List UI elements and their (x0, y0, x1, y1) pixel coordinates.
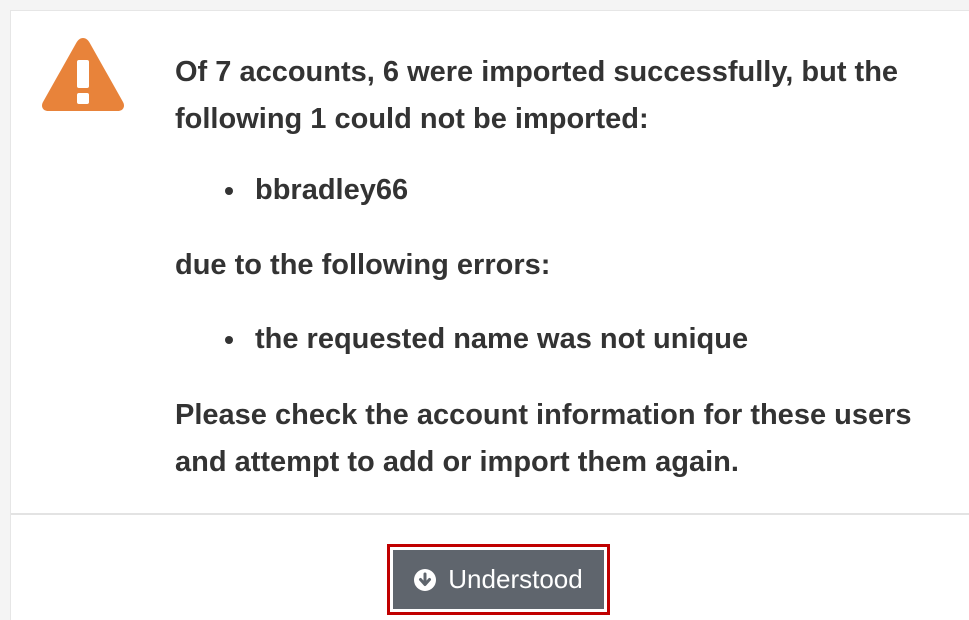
dialog-message: Of 7 accounts, 6 were imported successfu… (175, 49, 965, 486)
error-list: the requested name was not unique (175, 316, 965, 363)
failed-account-item: bbradley66 (175, 167, 965, 214)
error-item: the requested name was not unique (175, 316, 965, 363)
warning-triangle-icon (42, 38, 124, 111)
circle-arrow-down-icon (414, 568, 437, 591)
understood-button-label: Understood (448, 564, 583, 594)
failed-accounts-list: bbradley66 (175, 167, 965, 214)
import-summary-text: Of 7 accounts, 6 were imported successfu… (175, 56, 899, 135)
errors-intro-text: due to the following errors: (175, 249, 551, 281)
understood-button[interactable]: Understood (393, 550, 604, 609)
instruction-text: Please check the account information for… (175, 399, 912, 478)
footer-divider (11, 513, 969, 515)
button-highlight-frame: Understood (387, 544, 610, 615)
import-result-dialog: Of 7 accounts, 6 were imported successfu… (10, 10, 969, 620)
